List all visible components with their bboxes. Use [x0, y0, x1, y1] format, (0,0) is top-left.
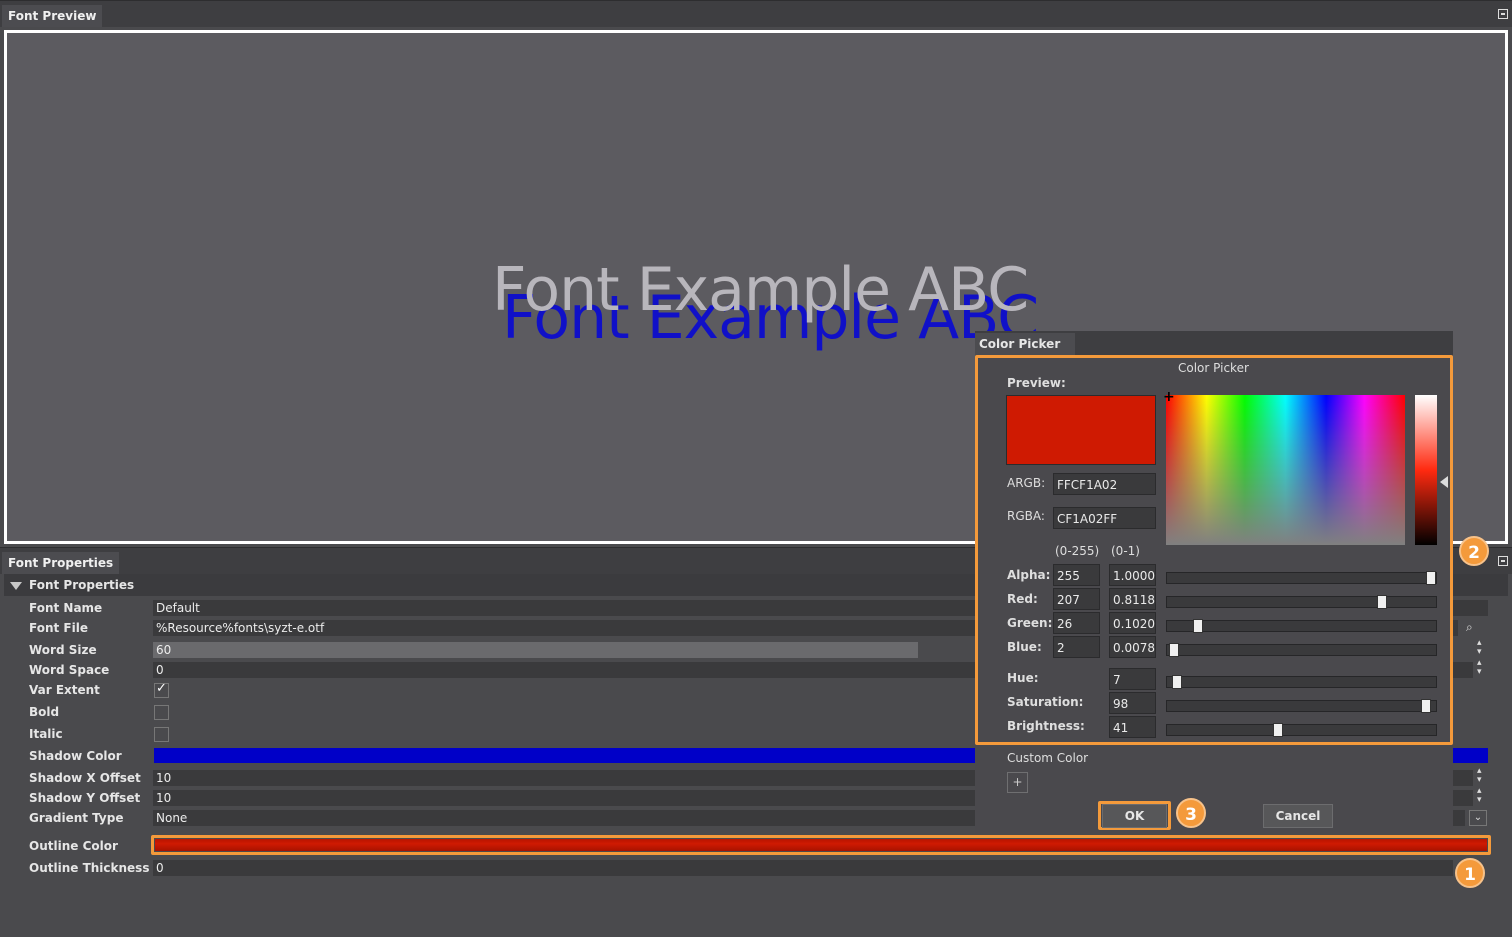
alpha-label: Alpha: — [1007, 568, 1051, 582]
rgba-label: RGBA: — [1007, 509, 1045, 523]
label-italic: Italic — [29, 727, 63, 741]
saturation-slider[interactable] — [1166, 699, 1437, 713]
color-spectrum[interactable]: + — [1163, 389, 1405, 545]
outline-thickness-field[interactable]: 0 — [153, 860, 1453, 876]
brightness-label: Brightness: — [1007, 719, 1085, 733]
pin-icon[interactable] — [1498, 556, 1508, 566]
red-255-input[interactable]: 207 — [1053, 588, 1100, 610]
green-slider[interactable] — [1166, 619, 1437, 633]
step-badge-1: 1 — [1455, 858, 1485, 888]
checkmark-icon: ✓ — [156, 681, 167, 696]
add-custom-color-button[interactable]: + — [1007, 772, 1028, 793]
color-preview-swatch — [1006, 395, 1156, 465]
crosshair-icon[interactable]: + — [1163, 389, 1175, 405]
collapse-triangle-icon[interactable] — [10, 582, 22, 590]
red-label: Red: — [1007, 592, 1038, 606]
blue-01-input[interactable]: 0.0078 — [1109, 636, 1156, 658]
label-shadow-color: Shadow Color — [29, 749, 122, 763]
color-picker-heading: Color Picker — [1178, 361, 1249, 375]
rgba-input[interactable]: CF1A02FF — [1053, 507, 1156, 529]
font-preview-tabbar: Font Preview — [0, 0, 1512, 27]
alpha-slider-thumb[interactable] — [1426, 571, 1436, 585]
label-word-space: Word Space — [29, 663, 110, 677]
step-badge-3: 3 — [1176, 798, 1206, 828]
group-label: Font Properties — [29, 578, 135, 592]
blue-slider[interactable] — [1166, 643, 1437, 657]
brightness-slider[interactable] — [1166, 723, 1437, 737]
label-font-name: Font Name — [29, 601, 103, 615]
tab-font-preview[interactable]: Font Preview — [2, 5, 103, 27]
shadow-x-stepper[interactable] — [1476, 766, 1486, 786]
sample-text: Font Example ABC — [492, 255, 1029, 325]
brightness-slider-thumb[interactable] — [1273, 723, 1283, 737]
ok-button[interactable]: OK — [1102, 804, 1167, 828]
color-picker-titlebar: Color Picker — [975, 331, 1453, 355]
outline-color-swatch[interactable] — [155, 839, 1487, 851]
saturation-slider-thumb[interactable] — [1421, 699, 1431, 713]
word-size-stepper[interactable] — [1476, 638, 1486, 658]
shadow-y-stepper[interactable] — [1476, 786, 1486, 806]
label-font-file: Font File — [29, 621, 88, 635]
label-var-extent: Var Extent — [29, 683, 100, 697]
search-icon[interactable]: ⌕ — [1466, 620, 1473, 635]
green-01-input[interactable]: 0.1020 — [1109, 612, 1156, 634]
label-shadow-y-offset: Shadow Y Offset — [29, 791, 141, 805]
word-space-stepper[interactable] — [1476, 658, 1486, 678]
brightness-marker-icon[interactable] — [1440, 476, 1448, 488]
red-01-input[interactable]: 0.8118 — [1109, 588, 1156, 610]
argb-label: ARGB: — [1007, 476, 1046, 490]
hue-slider[interactable] — [1166, 675, 1437, 689]
label-shadow-x-offset: Shadow X Offset — [29, 771, 141, 785]
step-badge-2: 2 — [1459, 536, 1489, 566]
brightness-input[interactable]: 41 — [1109, 716, 1156, 738]
blue-255-input[interactable]: 2 — [1053, 636, 1100, 658]
italic-checkbox[interactable] — [154, 727, 169, 742]
word-size-field[interactable]: 60 — [153, 642, 918, 658]
blue-slider-thumb[interactable] — [1169, 643, 1179, 657]
hue-slider-thumb[interactable] — [1172, 675, 1182, 689]
tab-font-properties[interactable]: Font Properties — [2, 552, 120, 574]
green-label: Green: — [1007, 616, 1053, 630]
green-slider-thumb[interactable] — [1193, 619, 1203, 633]
custom-color-label: Custom Color — [1007, 751, 1089, 765]
preview-label: Preview: — [1007, 376, 1066, 390]
saturation-input[interactable]: 98 — [1109, 692, 1156, 714]
label-word-size: Word Size — [29, 643, 97, 657]
var-extent-checkbox[interactable]: ✓ — [154, 681, 169, 698]
red-slider[interactable] — [1166, 595, 1437, 609]
label-gradient-type: Gradient Type — [29, 811, 124, 825]
pin-icon[interactable] — [1498, 9, 1508, 19]
saturation-label: Saturation: — [1007, 695, 1084, 709]
column-0-1-header: (0-1) — [1111, 544, 1140, 558]
argb-input[interactable]: FFCF1A02 — [1053, 473, 1156, 495]
label-bold: Bold — [29, 705, 60, 719]
red-slider-thumb[interactable] — [1377, 595, 1387, 609]
blue-label: Blue: — [1007, 640, 1042, 654]
hue-input[interactable]: 7 — [1109, 668, 1156, 690]
column-0-255-header: (0-255) — [1055, 544, 1100, 558]
cancel-button[interactable]: Cancel — [1263, 804, 1333, 828]
green-255-input[interactable]: 26 — [1053, 612, 1100, 634]
color-picker-window-title[interactable]: Color Picker — [975, 333, 1075, 355]
alpha-slider[interactable] — [1166, 571, 1437, 585]
brightness-bar[interactable] — [1415, 395, 1437, 545]
alpha-255-input[interactable]: 255 — [1053, 564, 1100, 586]
label-outline-color: Outline Color — [29, 839, 118, 853]
alpha-01-input[interactable]: 1.0000 — [1109, 564, 1156, 586]
chevron-down-icon[interactable]: ⌄ — [1469, 810, 1487, 826]
bold-checkbox[interactable] — [154, 705, 169, 720]
label-outline-thickness: Outline Thickness — [29, 861, 150, 875]
hue-label: Hue: — [1007, 671, 1039, 685]
